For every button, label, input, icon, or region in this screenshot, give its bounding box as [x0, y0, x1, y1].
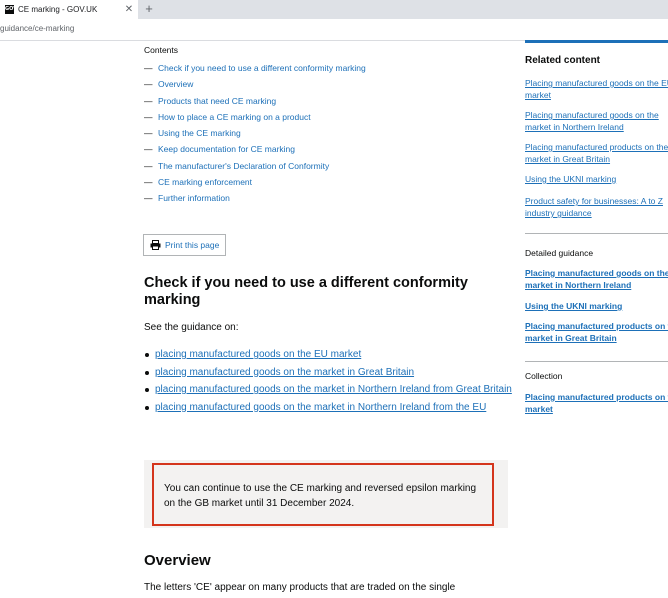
contents-link[interactable]: Products that need CE marking — [158, 96, 276, 106]
browser-tab-bar: GOV CE marking - GOV.UK ✕ + — [0, 0, 668, 19]
collection-title: Collection — [525, 371, 563, 381]
detailed-guidance-link[interactable]: Placing manufactured goods on the market… — [525, 267, 668, 291]
contents-item: — Overview — [144, 78, 366, 94]
browser-tab[interactable]: GOV CE marking - GOV.UK ✕ — [0, 0, 138, 19]
address-bar[interactable]: guidance/ce-marking — [0, 19, 668, 41]
new-tab-icon[interactable]: + — [142, 1, 156, 17]
contents-item: — Further information — [144, 192, 366, 208]
contents-link[interactable]: Further information — [158, 193, 230, 203]
tab-title: CE marking - GOV.UK — [18, 5, 98, 14]
section-heading: Check if you need to use a different con… — [144, 275, 468, 308]
overview-text: The letters 'CE' appear on many products… — [144, 582, 456, 593]
contents-link[interactable]: Keep documentation for CE marking — [158, 144, 295, 154]
print-page-button[interactable]: Print this page — [143, 234, 226, 256]
contents-dash: — — [144, 79, 153, 90]
contents-item: — Using the CE marking — [144, 127, 366, 143]
detailed-guidance-link[interactable]: Using the UKNI marking — [525, 300, 668, 312]
contents-list: — Check if you need to use a different co… — [144, 62, 366, 209]
contents-link[interactable]: Using the CE marking — [158, 128, 241, 138]
contents-link[interactable]: Check if you need to use a different con… — [158, 63, 366, 73]
list-item: placing manufactured goods on the market… — [144, 366, 514, 381]
contents-item: — Check if you need to use a different co… — [144, 62, 366, 78]
guidance-link[interactable]: placing manufactured goods on the market… — [155, 402, 486, 413]
printer-icon — [150, 240, 161, 250]
detailed-guidance-title: Detailed guidance — [525, 248, 594, 258]
related-link[interactable]: Using the UKNI marking — [525, 173, 668, 185]
contents-dash: — — [144, 160, 153, 171]
related-sidebar: Related content Placing manufactured goo… — [525, 40, 668, 598]
detailed-guidance-link[interactable]: Placing manufactured products on the mar… — [525, 320, 668, 344]
contents-dash: — — [144, 95, 153, 106]
related-content-title: Related content — [525, 55, 601, 66]
contents-dash: — — [144, 111, 153, 122]
contents-item: — CE marking enforcement — [144, 176, 366, 192]
contents-link[interactable]: CE marking enforcement — [158, 177, 252, 187]
contents-dash: — — [144, 144, 153, 155]
sidebar-divider — [525, 233, 668, 234]
contents-item: — Keep documentation for CE marking — [144, 143, 366, 159]
contents-item: — The manufacturer's Declaration of Confo… — [144, 160, 366, 176]
url-text[interactable]: guidance/ce-marking — [0, 24, 74, 33]
related-link[interactable]: Placing manufactured products on the mar… — [525, 141, 668, 165]
list-item: placing manufactured goods on the market… — [144, 383, 514, 398]
contents-item: — How to place a CE marking on a product — [144, 111, 366, 127]
contents-dash: — — [144, 128, 153, 139]
contents-dash: — — [144, 193, 153, 204]
contents-heading: Contents — [144, 45, 179, 55]
contents-link[interactable]: The manufacturer's Declaration of Confor… — [158, 161, 329, 171]
list-item: placing manufactured goods on the market… — [144, 401, 514, 416]
contents-item: — Products that need CE marking — [144, 95, 366, 111]
related-link[interactable]: Placing manufactured goods on the market… — [525, 109, 668, 133]
close-tab-icon[interactable]: ✕ — [124, 4, 134, 15]
contents-link[interactable]: How to place a CE marking on a product — [158, 112, 311, 122]
sidebar-divider — [525, 361, 668, 362]
sidebar-top-rule — [525, 40, 668, 43]
contents-dash: — — [144, 177, 153, 188]
collection-link[interactable]: Placing manufactured products on the mar… — [525, 391, 668, 415]
contents-link[interactable]: Overview — [158, 79, 193, 89]
guidance-link[interactable]: placing manufactured goods on the market… — [155, 367, 414, 378]
govuk-favicon-icon: GOV — [5, 5, 18, 14]
guidance-link[interactable]: placing manufactured goods on the EU mar… — [155, 349, 361, 360]
guidance-link-list: placing manufactured goods on the EU mar… — [144, 348, 514, 418]
guidance-link[interactable]: placing manufactured goods on the market… — [155, 384, 512, 395]
important-callout: You can continue to use the CE marking a… — [152, 463, 494, 526]
contents-dash: — — [144, 63, 153, 73]
print-page-label: Print this page — [165, 240, 220, 250]
related-link[interactable]: Placing manufactured goods on the EU mar… — [525, 77, 668, 101]
related-link[interactable]: Product safety for businesses: A to Z in… — [525, 195, 668, 219]
overview-heading: Overview — [144, 552, 211, 569]
list-item: placing manufactured goods on the EU mar… — [144, 348, 514, 363]
section-intro: See the guidance on: — [144, 322, 239, 333]
